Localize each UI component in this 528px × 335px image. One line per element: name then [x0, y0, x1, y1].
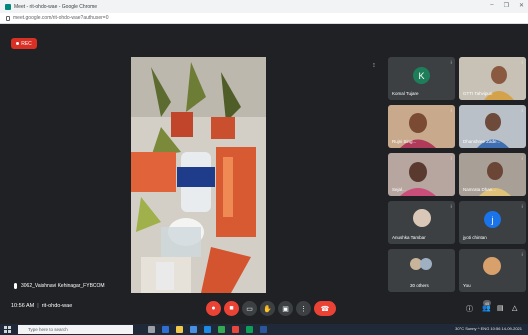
- meeting-code: rit-ohdo-wae: [41, 303, 73, 309]
- mic-toggle-button[interactable]: ●: [206, 301, 221, 316]
- participant-tile[interactable]: ⁝ Dhanshree Zade...: [459, 105, 526, 148]
- more-icon: ⋮: [300, 305, 307, 313]
- close-button[interactable]: ✕: [519, 2, 524, 9]
- meet-control-bar: 10:56 AM | rit-ohdo-wae ● ■ ▭ ✋ ▣ ⋮ ☎ ⓘ 👥 …: [0, 296, 528, 322]
- pin-icon[interactable]: ⁝: [521, 156, 523, 162]
- browser-titlebar: Meet - rit-ohdo-wae - Google Chrome – ❐ …: [0, 0, 528, 13]
- chrome-icon[interactable]: [218, 326, 225, 333]
- participant-name: Komal Tujare: [392, 91, 419, 96]
- pin-icon[interactable]: ⁝: [450, 60, 452, 66]
- participant-name: GTTI Tahvipuri: [463, 91, 493, 96]
- avatar: [413, 209, 431, 227]
- file-explorer-icon[interactable]: [176, 326, 183, 333]
- minimize-button[interactable]: –: [490, 2, 493, 9]
- window-controls: – ❐ ✕: [490, 2, 524, 9]
- lock-icon: [6, 15, 10, 21]
- captions-button[interactable]: ▭: [242, 301, 257, 316]
- present-button[interactable]: ▣: [278, 301, 293, 316]
- participant-name: You: [463, 283, 471, 288]
- pin-icon[interactable]: ⁝: [450, 108, 452, 114]
- pin-icon[interactable]: ⁝: [521, 204, 523, 210]
- taskbar-search-input[interactable]: Type here to search: [18, 325, 133, 334]
- end-call-icon: ☎: [320, 305, 330, 313]
- pin-icon[interactable]: ⁝: [521, 60, 523, 66]
- maximize-button[interactable]: ❐: [504, 2, 509, 9]
- url-text[interactable]: meet.google.com/rit-ohdo-wae?authuser=0: [13, 15, 108, 21]
- meeting-details[interactable]: 10:56 AM | rit-ohdo-wae: [11, 303, 72, 309]
- others-tile[interactable]: 30 others: [388, 249, 455, 292]
- raise-hand-button[interactable]: ✋: [260, 301, 275, 316]
- more-options-button[interactable]: ⋮: [296, 301, 311, 316]
- self-tile[interactable]: ⁝ You: [459, 249, 526, 292]
- mic-icon: [14, 283, 17, 289]
- participant-count-badge: 45: [483, 300, 491, 306]
- window-title: Meet - rit-ohdo-wae - Google Chrome: [14, 3, 98, 10]
- participant-name: Anushka Tambar: [392, 235, 426, 240]
- chat-icon[interactable]: ▤: [497, 304, 504, 312]
- avatar: j: [484, 211, 501, 228]
- activities-icon[interactable]: △: [512, 304, 517, 312]
- participant-tile[interactable]: ⁝ Sejal...: [388, 153, 455, 196]
- camera-toggle-button[interactable]: ■: [224, 301, 239, 316]
- leave-call-button[interactable]: ☎: [314, 301, 336, 316]
- participant-name: Sejal...: [392, 187, 406, 192]
- present-icon: ▣: [282, 305, 289, 313]
- pin-icon[interactable]: ⁝: [521, 108, 523, 114]
- word-icon[interactable]: [260, 326, 267, 333]
- avatar: [483, 257, 501, 275]
- recording-badge: REC: [11, 38, 37, 49]
- mic-off-icon: ●: [211, 305, 216, 312]
- system-tray[interactable]: 30°C Sunny ^ ENG 10:56 14-09-2021: [455, 326, 522, 331]
- mail-icon[interactable]: [204, 326, 211, 333]
- address-bar[interactable]: meet.google.com/rit-ohdo-wae?authuser=0: [0, 13, 528, 24]
- edge-icon[interactable]: [162, 326, 169, 333]
- main-video-frame: [131, 57, 266, 293]
- app-icon[interactable]: [232, 326, 239, 333]
- participant-name: Namrata Dhan...: [463, 187, 497, 192]
- pin-icon[interactable]: ⁝: [521, 252, 523, 258]
- hand-icon: ✋: [263, 305, 272, 313]
- captions-icon: ▭: [246, 305, 253, 313]
- participant-name: Dhanshree Zade...: [463, 139, 501, 144]
- record-dot-icon: [16, 42, 20, 45]
- participant-tile[interactable]: K ⁝ Komal Tujare: [388, 57, 455, 100]
- pin-icon[interactable]: ⁝: [450, 156, 452, 162]
- info-icon[interactable]: ⓘ: [466, 304, 473, 314]
- meeting-time: 10:56 AM: [11, 303, 35, 309]
- camera-off-icon: ■: [229, 305, 234, 312]
- others-count: 30 others: [410, 283, 429, 288]
- avatar: K: [413, 67, 430, 84]
- participant-tile[interactable]: j ⁝ jyoti chintan: [459, 201, 526, 244]
- participant-tile[interactable]: ⁝ GTTI Tahvipuri: [459, 57, 526, 100]
- participant-name: jyoti chintan: [463, 235, 487, 240]
- presenter-name-label: 3062_Vaishnavi Kehinagar_FYBCOM: [14, 283, 105, 289]
- participant-tile[interactable]: ⁝ Rujni Sing...: [388, 105, 455, 148]
- avatar: [420, 258, 432, 270]
- participant-name: Rujni Sing...: [392, 139, 417, 144]
- tile-options-icon[interactable]: ⁝: [373, 62, 375, 69]
- rec-label: REC: [21, 40, 32, 47]
- store-icon[interactable]: [190, 326, 197, 333]
- participant-tile[interactable]: ⁝ Namrata Dhan...: [459, 153, 526, 196]
- task-view-icon[interactable]: [148, 326, 155, 333]
- windows-taskbar: Type here to search 30°C Sunny ^ ENG 10:…: [0, 324, 528, 335]
- participant-tile[interactable]: ⁝ Anushka Tambar: [388, 201, 455, 244]
- meet-favicon-icon: [5, 3, 11, 10]
- pin-icon[interactable]: ⁝: [450, 204, 452, 210]
- windows-start-icon[interactable]: [4, 326, 11, 333]
- excel-icon[interactable]: [246, 326, 253, 333]
- main-video[interactable]: [131, 57, 266, 293]
